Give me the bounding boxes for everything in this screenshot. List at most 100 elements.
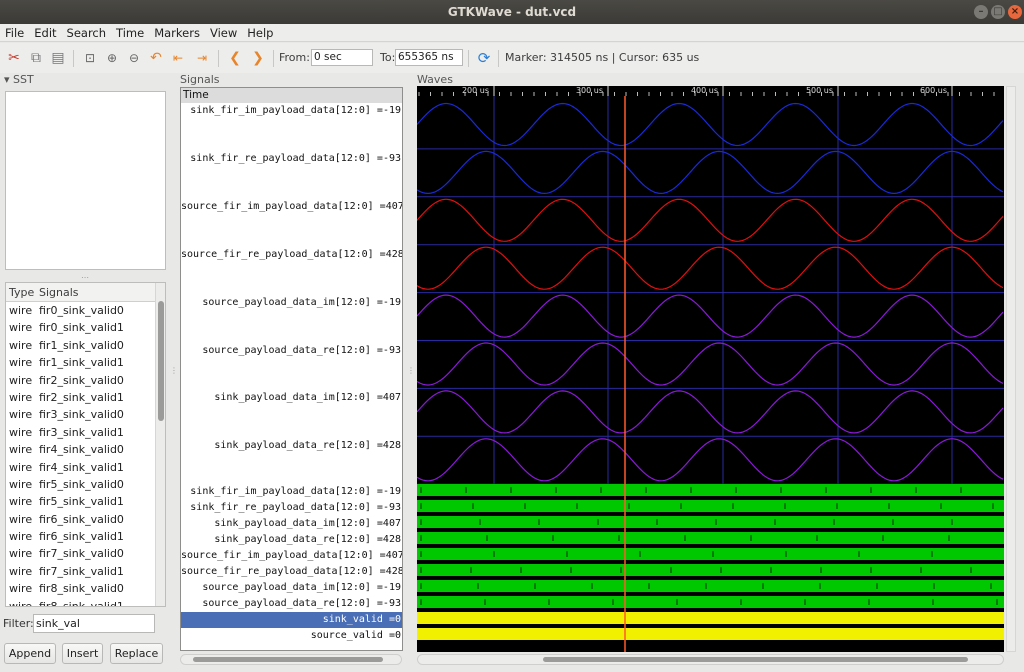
find-next-edge-icon[interactable]: ❯ [248,48,268,68]
signal-name: fir3_sink_valid1 [39,425,124,439]
scrollbar-thumb[interactable] [193,657,383,662]
signal-name-row[interactable]: source_payload_data_im[12:0] =-19 [181,580,402,596]
signal-name-row[interactable]: source_fir_re_payload_data[12:0] =428 [181,564,402,580]
sst-header[interactable]: ▾ SST [4,73,34,86]
signal-name-row[interactable]: source_payload_data_re[12:0] =-93 [181,343,402,359]
pane-resize-handle[interactable]: ⋮ [170,366,178,375]
signal-name-row[interactable]: source_payload_data_re[12:0] =-93 [181,596,402,612]
to-time-field[interactable]: 655365 ns [395,49,463,66]
signal-name: fir2_sink_valid0 [39,373,124,387]
signal-name-row[interactable]: sink_fir_im_payload_data[12:0] =-19 [181,484,402,500]
filter-label: Filter: [3,617,34,630]
signal-name: fir8_sink_valid0 [39,582,124,596]
waveform-canvas[interactable]: 200 us 300 us 400 us 500 us 600 us [417,86,1004,652]
signal-type: wire [9,356,33,370]
minimize-icon[interactable]: – [974,5,988,19]
scrollbar-thumb[interactable] [158,301,164,421]
signal-name-row[interactable]: sink_fir_im_payload_data[12:0] =-19 [181,103,402,119]
to-label: To: [380,51,396,64]
signals-panel[interactable]: Time sink_fir_im_payload_data[12:0] =-19… [180,87,403,651]
signal-name-row[interactable]: source_valid =0 [181,628,402,644]
column-header-type[interactable]: Type [6,283,36,302]
signal-list[interactable]: Type Signals wire fir0_sink_valid0 wire fir0… [5,282,166,607]
signal-name-row[interactable]: source_payload_data_im[12:0] =-19 [181,295,402,311]
signal-name-row[interactable]: sink_payload_data_re[12:0] =428 [181,532,402,548]
menu-edit[interactable]: Edit [29,24,61,42]
menu-help[interactable]: Help [242,24,278,42]
menu-search[interactable]: Search [62,24,112,42]
menu-markers[interactable]: Markers [149,24,205,42]
list-item[interactable]: wire fir6_sink_valid0 [6,511,165,528]
signal-name-row[interactable]: source_fir_im_payload_data[12:0] =407 [181,199,402,215]
waves-hscrollbar[interactable] [417,654,1004,665]
signal-name: fir1_sink_valid0 [39,338,124,352]
filter-input[interactable]: sink_val [33,614,155,633]
zoom-out-icon[interactable]: ⊖ [124,48,144,68]
zoom-fit-icon[interactable]: ⊡ [80,48,100,68]
toolbar-separator [468,50,469,67]
tick-label: 200 us [462,86,489,95]
from-time-field[interactable]: 0 sec [311,49,373,66]
list-item[interactable]: wire fir4_sink_valid1 [6,459,165,476]
cut-icon[interactable]: ✂ [4,48,24,68]
append-button[interactable]: Append [4,643,56,664]
waveform-view[interactable]: 200 us 300 us 400 us 500 us 600 us [417,86,1004,652]
list-item[interactable]: wire fir2_sink_valid0 [6,372,165,389]
menu-file[interactable]: File [0,24,29,42]
sst-tree[interactable] [5,91,166,270]
pane-resize-handle[interactable]: ⋮ [407,366,415,375]
pane-resize-handle[interactable]: ⋯ [81,273,89,282]
signal-list-header: Type Signals [6,283,165,302]
list-item[interactable]: wire fir5_sink_valid0 [6,476,165,493]
signal-name-row[interactable]: sink_fir_re_payload_data[12:0] =-93 [181,500,402,516]
replace-button[interactable]: Replace [110,643,163,664]
signal-name: fir0_sink_valid1 [39,321,124,335]
list-item[interactable]: wire fir3_sink_valid1 [6,424,165,441]
signal-type: wire [9,408,33,422]
list-item[interactable]: wire fir7_sink_valid0 [6,545,165,562]
list-item[interactable]: wire fir5_sink_valid1 [6,493,165,510]
find-previous-edge-icon[interactable]: ❮ [225,48,245,68]
signals-hscrollbar[interactable] [180,654,402,665]
signal-name-row[interactable]: sink_payload_data_re[12:0] =428 [181,438,402,454]
signal-name-row[interactable]: sink_payload_data_im[12:0] =407 [181,390,402,406]
copy-icon[interactable]: ⧉ [26,48,46,68]
zoom-in-icon[interactable]: ⊕ [102,48,122,68]
signal-type: wire [9,547,33,561]
waves-vscrollbar[interactable] [1006,86,1016,652]
menu-time[interactable]: Time [111,24,149,42]
menu-view[interactable]: View [205,24,242,42]
paste-icon[interactable]: ▤ [48,48,68,68]
list-item[interactable]: wire fir4_sink_valid0 [6,441,165,458]
maximize-icon[interactable]: □ [991,5,1005,19]
signal-name-row[interactable]: sink_fir_re_payload_data[12:0] =-93 [181,151,402,167]
column-header-signals[interactable]: Signals [36,283,79,302]
close-icon[interactable]: × [1008,5,1022,19]
signal-name-row[interactable]: source_fir_im_payload_data[12:0] =407 [181,548,402,564]
list-item[interactable]: wire fir0_sink_valid1 [6,319,165,336]
signal-name-row[interactable]: sink_payload_data_im[12:0] =407 [181,516,402,532]
zoom-end-icon[interactable]: ⇥ [192,48,212,68]
list-item[interactable]: wire fir3_sink_valid0 [6,406,165,423]
signal-list-rows: wire fir0_sink_valid0wire fir0_sink_valid1… [6,302,165,606]
signal-name-row[interactable]: source_fir_re_payload_data[12:0] =428 [181,247,402,263]
tick-label: 400 us [691,86,718,95]
list-item[interactable]: wire fir2_sink_valid1 [6,389,165,406]
scrollbar-thumb[interactable] [543,657,968,662]
undo-zoom-icon[interactable]: ↶ [146,48,166,68]
zoom-start-icon[interactable]: ⇤ [168,48,188,68]
reload-icon[interactable]: ⟳ [474,48,494,68]
sst-title: SST [13,73,34,86]
signal-list-scrollbar[interactable] [155,283,165,606]
list-item[interactable]: wire fir0_sink_valid0 [6,302,165,319]
list-item[interactable]: wire fir8_sink_valid0 [6,580,165,597]
list-item[interactable]: wire fir7_sink_valid1 [6,563,165,580]
signal-type: wire [9,321,33,335]
list-item[interactable]: wire fir1_sink_valid1 [6,354,165,371]
list-item[interactable]: wire fir8_sink_valid1 [6,598,165,606]
insert-button[interactable]: Insert [62,643,103,664]
signal-name: fir5_sink_valid1 [39,495,124,509]
list-item[interactable]: wire fir1_sink_valid0 [6,337,165,354]
signal-name-row[interactable]: sink_valid =0 [181,612,402,628]
list-item[interactable]: wire fir6_sink_valid1 [6,528,165,545]
